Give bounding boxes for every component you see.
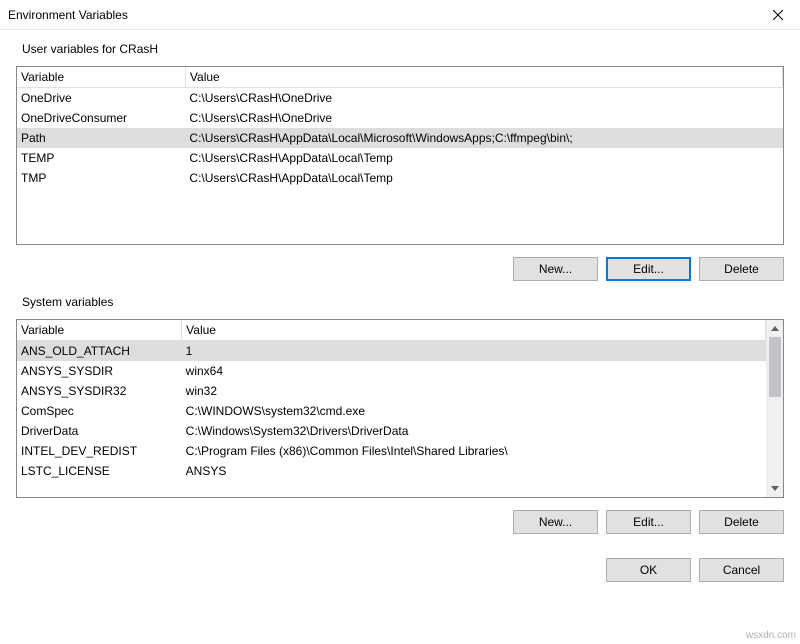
header-variable[interactable]: Variable: [17, 67, 185, 88]
table-row[interactable]: DriverDataC:\Windows\System32\Drivers\Dr…: [17, 421, 766, 441]
header-variable[interactable]: Variable: [17, 320, 182, 341]
table-row[interactable]: TMPC:\Users\CRasH\AppData\Local\Temp: [17, 168, 783, 188]
cell-variable: LSTC_LICENSE: [17, 461, 182, 481]
cell-value: C:\Windows\System32\Drivers\DriverData: [182, 421, 766, 441]
table-row[interactable]: OneDriveConsumerC:\Users\CRasH\OneDrive: [17, 108, 783, 128]
cell-variable: ComSpec: [17, 401, 182, 421]
system-edit-button[interactable]: Edit...: [606, 510, 691, 534]
cell-variable: Path: [17, 128, 185, 148]
scrollbar[interactable]: [766, 320, 783, 497]
table-row[interactable]: ANSYS_SYSDIR32win32: [17, 381, 766, 401]
cell-variable: ANSYS_SYSDIR: [17, 361, 182, 381]
cell-value: ANSYS: [182, 461, 766, 481]
cell-variable: ANSYS_SYSDIR32: [17, 381, 182, 401]
scrollbar-track[interactable]: [767, 337, 783, 480]
cell-variable: INTEL_DEV_REDIST: [17, 441, 182, 461]
table-row[interactable]: ComSpecC:\WINDOWS\system32\cmd.exe: [17, 401, 766, 421]
user-buttons-row: New... Edit... Delete: [16, 257, 784, 281]
user-variables-label: User variables for CRasH: [16, 42, 784, 56]
cell-variable: TEMP: [17, 148, 185, 168]
titlebar: Environment Variables: [0, 0, 800, 30]
scroll-down-icon[interactable]: [767, 480, 783, 497]
close-icon: [773, 10, 783, 20]
table-header-row[interactable]: Variable Value: [17, 67, 783, 88]
cell-variable: ANS_OLD_ATTACH: [17, 341, 182, 362]
system-buttons-row: New... Edit... Delete: [16, 510, 784, 534]
table-row[interactable]: LSTC_LICENSEANSYS: [17, 461, 766, 481]
table-row[interactable]: OneDriveC:\Users\CRasH\OneDrive: [17, 88, 783, 109]
dialog-body: User variables for CRasH Variable Value …: [0, 30, 800, 534]
user-variables-group: User variables for CRasH Variable Value …: [16, 42, 784, 281]
user-new-button[interactable]: New...: [513, 257, 598, 281]
ok-button[interactable]: OK: [606, 558, 691, 582]
user-variables-table[interactable]: Variable Value OneDriveC:\Users\CRasH\On…: [16, 66, 784, 245]
header-value[interactable]: Value: [185, 67, 782, 88]
system-variables-label: System variables: [16, 295, 784, 309]
cell-value: C:\Users\CRasH\AppData\Local\Temp: [185, 168, 782, 188]
user-delete-button[interactable]: Delete: [699, 257, 784, 281]
table-row[interactable]: ANS_OLD_ATTACH1: [17, 341, 766, 362]
dialog-footer: OK Cancel: [0, 548, 800, 594]
cell-value: C:\WINDOWS\system32\cmd.exe: [182, 401, 766, 421]
system-variables-table[interactable]: Variable Value ANS_OLD_ATTACH1ANSYS_SYSD…: [16, 319, 784, 498]
cell-value: C:\Users\CRasH\AppData\Local\Microsoft\W…: [185, 128, 782, 148]
header-value[interactable]: Value: [182, 320, 766, 341]
table-header-row[interactable]: Variable Value: [17, 320, 766, 341]
user-edit-button[interactable]: Edit...: [606, 257, 691, 281]
system-new-button[interactable]: New...: [513, 510, 598, 534]
cell-value: 1: [182, 341, 766, 362]
cancel-button[interactable]: Cancel: [699, 558, 784, 582]
cell-variable: OneDriveConsumer: [17, 108, 185, 128]
close-button[interactable]: [755, 0, 800, 30]
window-title: Environment Variables: [8, 8, 128, 22]
system-variables-group: System variables Variable Value ANS_OLD_…: [16, 295, 784, 534]
cell-value: C:\Users\CRasH\OneDrive: [185, 108, 782, 128]
table-row[interactable]: INTEL_DEV_REDISTC:\Program Files (x86)\C…: [17, 441, 766, 461]
cell-variable: DriverData: [17, 421, 182, 441]
cell-variable: OneDrive: [17, 88, 185, 109]
system-delete-button[interactable]: Delete: [699, 510, 784, 534]
table-row[interactable]: PathC:\Users\CRasH\AppData\Local\Microso…: [17, 128, 783, 148]
cell-value: C:\Users\CRasH\OneDrive: [185, 88, 782, 109]
scroll-up-icon[interactable]: [767, 320, 783, 337]
cell-value: win32: [182, 381, 766, 401]
table-row[interactable]: ANSYS_SYSDIRwinx64: [17, 361, 766, 381]
table-row[interactable]: TEMPC:\Users\CRasH\AppData\Local\Temp: [17, 148, 783, 168]
cell-value: C:\Program Files (x86)\Common Files\Inte…: [182, 441, 766, 461]
watermark: wsxdn.com: [746, 630, 796, 641]
scrollbar-thumb[interactable]: [769, 337, 781, 397]
cell-value: C:\Users\CRasH\AppData\Local\Temp: [185, 148, 782, 168]
cell-variable: TMP: [17, 168, 185, 188]
cell-value: winx64: [182, 361, 766, 381]
